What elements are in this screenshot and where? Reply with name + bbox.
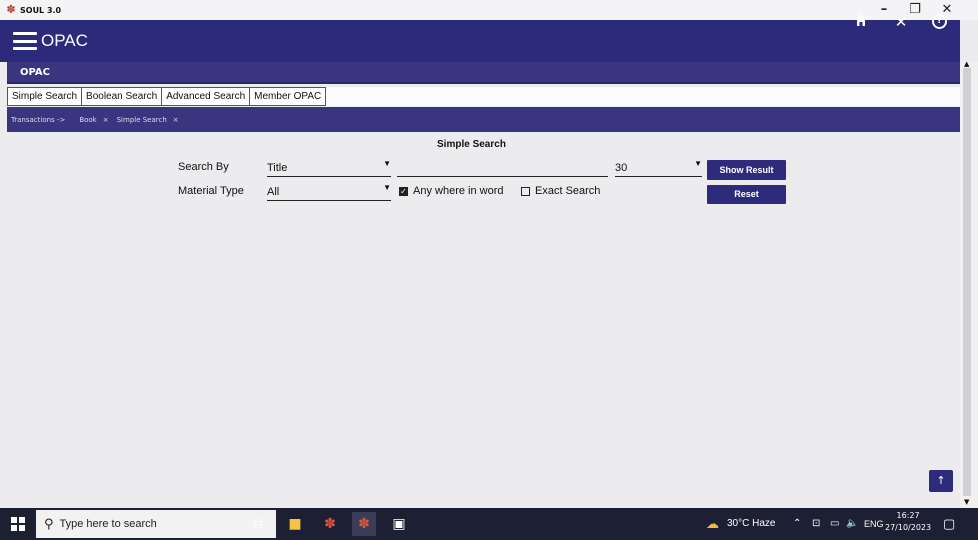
search-by-select[interactable]: Title ▼	[267, 159, 391, 177]
display-icon[interactable]: ▭	[830, 508, 839, 540]
notepad-icon[interactable]: ▣	[387, 512, 411, 536]
soul-opac-app-icon[interactable]: ✽	[352, 512, 376, 536]
breadcrumb-simple-search-close-icon[interactable]: ×	[173, 116, 179, 124]
exact-search-label[interactable]: Exact Search	[535, 185, 600, 197]
clock-time: 16:27	[896, 511, 920, 520]
breadcrumb-transactions[interactable]: Transactions ->	[11, 116, 65, 124]
weather-text[interactable]: 30°C Haze	[727, 508, 775, 540]
breadcrumb: Transactions -> Book × Simple Search ×	[7, 107, 960, 132]
scroll-to-top-button[interactable]: ↑	[929, 470, 953, 492]
task-view-icon[interactable]: ⧉	[246, 512, 270, 536]
close-icon[interactable]: ✕	[891, 12, 911, 32]
chevron-down-icon: ▼	[694, 159, 702, 168]
reset-button[interactable]: Reset	[707, 185, 786, 204]
exact-search-checkbox[interactable]	[521, 187, 530, 196]
tab-member-opac[interactable]: Member OPAC	[250, 87, 327, 106]
result-count-value: 30	[615, 162, 628, 174]
tab-simple-search[interactable]: Simple Search	[7, 87, 83, 106]
scroll-down-icon[interactable]: ▼	[964, 498, 969, 506]
weather-icon[interactable]: ☁	[706, 508, 719, 540]
windows-logo-icon	[11, 517, 25, 531]
taskbar-search-box[interactable]: ⚲ Type here to search	[36, 510, 276, 538]
scrollbar-thumb[interactable]	[963, 68, 971, 496]
chevron-down-icon: ▼	[383, 183, 391, 192]
breadcrumb-book-close-icon[interactable]: ×	[103, 116, 109, 124]
search-icon: ⚲	[44, 516, 54, 532]
breadcrumb-simple-search[interactable]: Simple Search	[117, 116, 167, 124]
language-indicator[interactable]: ENG	[864, 508, 884, 540]
file-explorer-icon[interactable]: ■	[283, 512, 307, 536]
app-header: OPAC	[0, 20, 960, 62]
volume-icon[interactable]: 🔈	[846, 508, 858, 540]
app-brand: OPAC	[41, 31, 88, 50]
app-logo-icon: ✽	[6, 3, 16, 16]
section-title: OPAC	[20, 67, 50, 78]
menu-icon[interactable]	[13, 32, 37, 50]
result-count-select[interactable]: 30 ▼	[615, 159, 702, 177]
tab-advanced-search[interactable]: Advanced Search	[162, 87, 251, 106]
tab-boolean-search[interactable]: Boolean Search	[82, 87, 163, 106]
any-where-in-word-label[interactable]: Any where in word	[413, 185, 504, 197]
section-bar: OPAC	[7, 62, 960, 84]
network-icon[interactable]: ⊡	[812, 508, 820, 540]
soul-app-icon[interactable]: ✽	[318, 512, 342, 536]
show-result-button[interactable]: Show Result	[707, 160, 786, 180]
material-type-label: Material Type	[178, 185, 244, 197]
tray-overflow-icon[interactable]: ⌃	[793, 508, 801, 540]
material-type-value: All	[267, 186, 280, 198]
home-icon[interactable]	[851, 12, 871, 32]
material-type-select[interactable]: All ▼	[267, 183, 391, 201]
search-by-label: Search By	[178, 161, 229, 173]
start-button[interactable]	[0, 508, 36, 540]
search-tabs: Simple Search Boolean Search Advanced Se…	[7, 87, 327, 106]
window-title: SOUL 3.0	[20, 5, 62, 15]
breadcrumb-book[interactable]: Book	[79, 116, 96, 124]
page-title: Simple Search	[437, 139, 506, 150]
any-where-in-word-checkbox[interactable]: ✓	[399, 187, 408, 196]
notifications-icon[interactable]: ▢	[943, 508, 955, 540]
chevron-down-icon: ▼	[383, 159, 391, 168]
window-title-bar: ✽ SOUL 3.0	[0, 0, 978, 20]
search-by-value: Title	[267, 162, 288, 174]
clock-date: 27/10/2023	[885, 523, 932, 532]
help-icon[interactable]: ?	[932, 14, 947, 29]
scroll-up-icon[interactable]: ▲	[964, 60, 969, 68]
taskbar-clock[interactable]: 16:27 27/10/2023	[885, 510, 931, 534]
minimize-button[interactable]: –	[876, 2, 892, 17]
search-input[interactable]	[397, 160, 608, 177]
vertical-scrollbar[interactable]: ▲ ▼	[960, 60, 978, 508]
taskbar-search-placeholder: Type here to search	[59, 518, 157, 530]
